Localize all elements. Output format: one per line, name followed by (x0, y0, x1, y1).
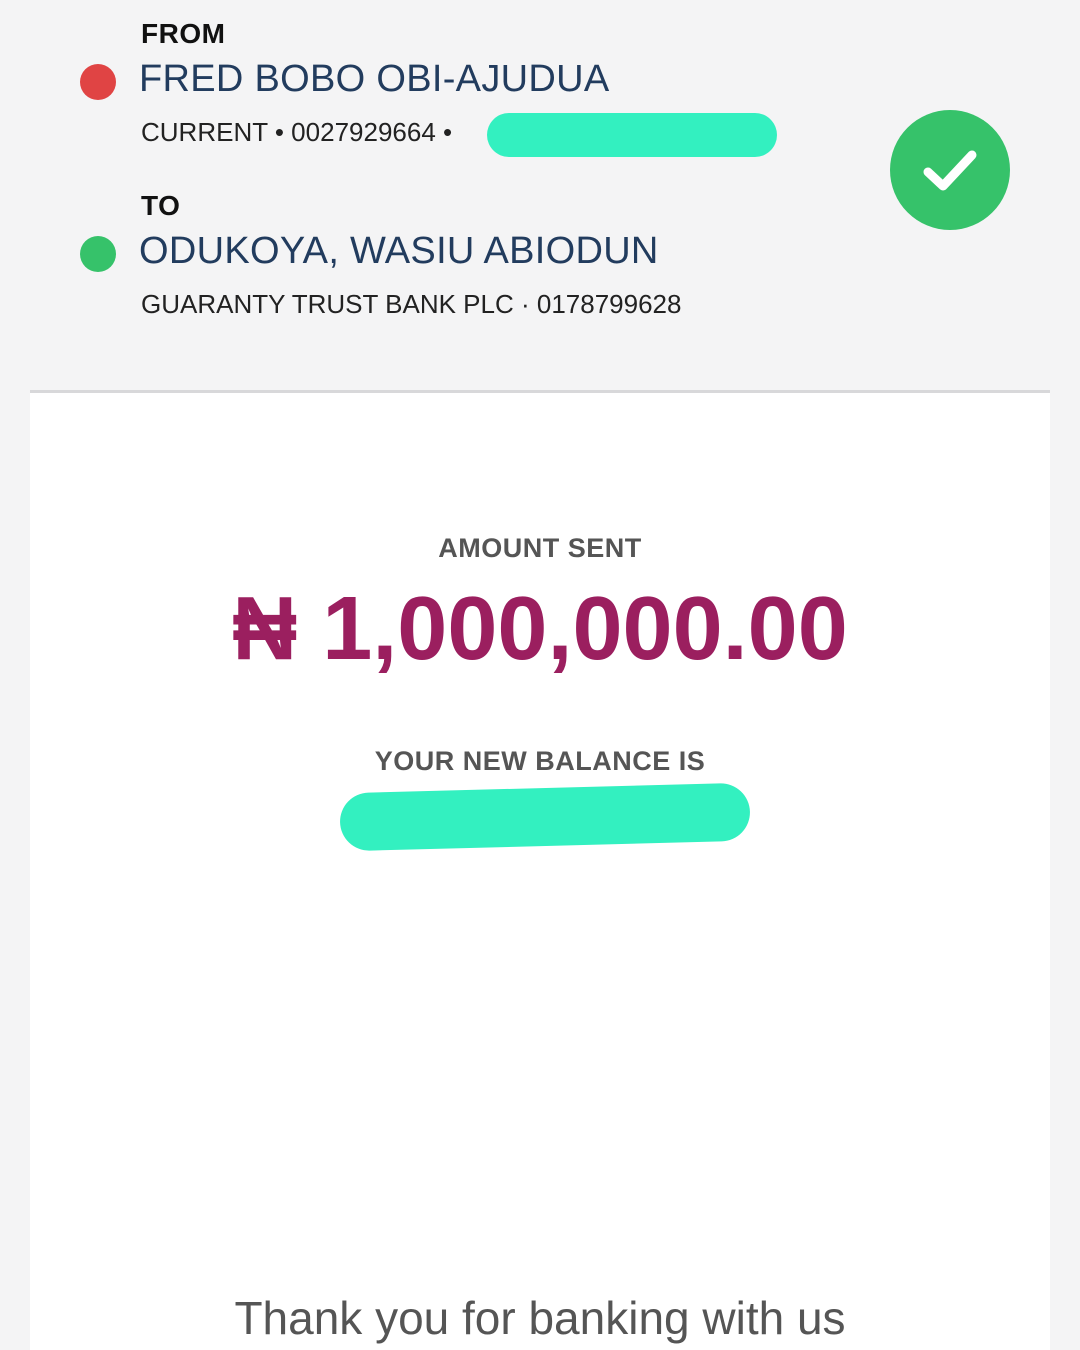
receipt-card: AMOUNT SENT ₦ 1,000,000.00 YOUR NEW BALA… (30, 393, 1050, 1350)
to-label: TO (141, 190, 181, 221)
sender-status-dot (80, 64, 116, 100)
from-label: FROM (141, 18, 226, 49)
check-icon (923, 150, 977, 191)
transfer-parties: FROM FRED BOBO OBI-AJUDUA CURRENT • 0027… (0, 0, 1080, 392)
new-balance-label: YOUR NEW BALANCE IS (374, 746, 706, 776)
recipient-status-dot (80, 236, 116, 272)
sender-account-detail: CURRENT • 0027929664 • (141, 117, 453, 147)
sender-name: FRED BOBO OBI-AJUDUA (139, 58, 610, 100)
amount-sent-label: AMOUNT SENT (438, 533, 642, 563)
amount-sent-value: ₦ 1,000,000.00 (232, 579, 848, 679)
thank-you-message: Thank you for banking with us (234, 1292, 846, 1344)
success-badge (890, 110, 1010, 230)
recipient-name: ODUKOYA, WASIU ABIODUN (139, 230, 659, 272)
sender-redaction (487, 113, 777, 157)
balance-redaction (339, 782, 751, 852)
recipient-bank-detail: GUARANTY TRUST BANK PLC · 0178799628 (141, 289, 682, 319)
